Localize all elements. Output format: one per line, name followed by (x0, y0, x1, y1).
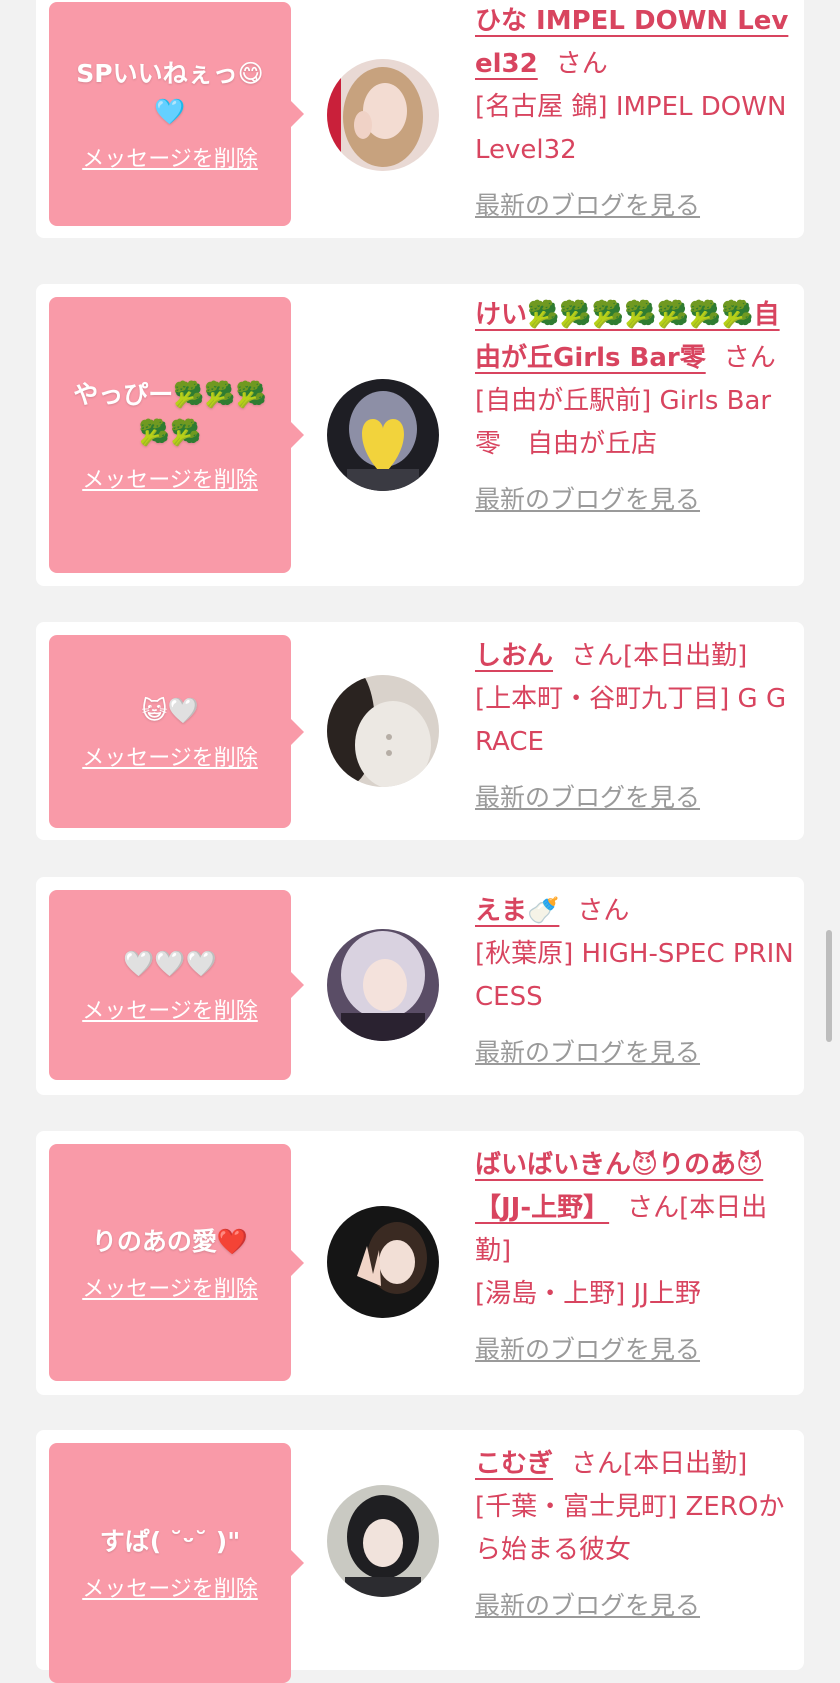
cast-name-link[interactable]: しおん (475, 641, 553, 671)
message-text: 🤍🤍🤍 (123, 949, 217, 978)
delete-message-link[interactable]: メッセージを削除 (82, 462, 258, 494)
delete-message-link[interactable]: メッセージを削除 (82, 141, 258, 173)
message-text: りのあの愛❤️ (91, 1226, 249, 1256)
cast-name-link[interactable]: こむぎ (475, 1449, 553, 1479)
shop-label: [自由が丘駅前] Girls Bar零 自由が丘店 (475, 386, 772, 459)
status-label: [本日出勤] (623, 641, 748, 671)
message-bubble: やっぴー🥦🥦🥦🥦🥦 メッセージを削除 (49, 297, 304, 573)
avatar-photo (327, 1485, 439, 1597)
message-bubble: 🤍🤍🤍 メッセージを削除 (49, 890, 304, 1080)
avatar-photo (327, 929, 439, 1041)
avatar-photo (327, 59, 439, 171)
message-text: SPいいねぇっ😋🩵 (76, 59, 264, 126)
delete-message-link[interactable]: メッセージを削除 (82, 1271, 258, 1303)
honorific: さん (571, 1449, 624, 1479)
cast-info: ばいばいきん😈りのあ😈【JJ-上野】 さん[本日出勤] [湯島・上野] JJ上野 … (475, 1144, 794, 1371)
avatar[interactable] (327, 59, 439, 171)
latest-blog-link[interactable]: 最新のブログを見る (475, 1328, 794, 1371)
honorific: さん (577, 896, 630, 926)
latest-blog-link[interactable]: 最新のブログを見る (475, 1584, 794, 1627)
honorific: さん (723, 343, 776, 373)
latest-blog-link[interactable]: 最新のブログを見る (475, 184, 794, 227)
cast-name-link[interactable]: えま🍼 (475, 896, 559, 926)
message-card: すぱ( ˘ᵕ˘ )" メッセージを削除 こむぎ さん[本日出勤] [千葉・富士見町… (36, 1430, 804, 1683)
avatar[interactable] (327, 1206, 439, 1318)
shop-label: [千葉・富士見町] ZEROから始まる彼女 (475, 1492, 785, 1565)
cast-info: しおん さん[本日出勤] [上本町・谷町九丁目] G GRACE 最新のブログを見… (475, 635, 794, 819)
cast-info: けい🥦🥦🥦🥦🥦🥦🥦自由が丘Girls Bar零 さん [自由が丘駅前] Girls… (475, 294, 794, 521)
shop-label: [湯島・上野] JJ上野 (475, 1279, 701, 1309)
cast-info: こむぎ さん[本日出勤] [千葉・富士見町] ZEROから始まる彼女 最新のブログ… (475, 1443, 794, 1627)
message-bubble: SPいいねぇっ😋🩵 メッセージを削除 (49, 2, 304, 226)
honorific: さん (627, 1193, 680, 1223)
latest-blog-link[interactable]: 最新のブログを見る (475, 1031, 794, 1074)
delete-message-link[interactable]: メッセージを削除 (82, 740, 258, 772)
shop-label: [上本町・谷町九丁目] G GRACE (475, 684, 787, 757)
avatar[interactable] (327, 379, 439, 491)
delete-message-link[interactable]: メッセージを削除 (82, 1571, 258, 1603)
message-text: 😺🤍 (141, 695, 199, 725)
cast-info: えま🍼 さん [秋葉原] HIGH-SPEC PRINCESS 最新のブログを見る (475, 890, 794, 1074)
message-card: SPいいねぇっ😋🩵 メッセージを削除 ひな IMPEL DOWN Level32… (36, 0, 804, 238)
honorific: さん (571, 641, 624, 671)
message-bubble: 😺🤍 メッセージを削除 (49, 635, 304, 828)
cast-info: ひな IMPEL DOWN Level32 さん [名古屋 錦] IMPEL DO… (475, 0, 794, 227)
message-card: やっぴー🥦🥦🥦🥦🥦 メッセージを削除 けい🥦🥦🥦🥦🥦🥦🥦自由が丘Girls Ba… (36, 284, 804, 586)
honorific: さん (555, 49, 608, 79)
latest-blog-link[interactable]: 最新のブログを見る (475, 776, 794, 819)
avatar-photo (327, 1206, 439, 1318)
shop-label: [秋葉原] HIGH-SPEC PRINCESS (475, 939, 794, 1012)
shop-label: [名古屋 錦] IMPEL DOWN Level32 (475, 92, 787, 165)
avatar[interactable] (327, 929, 439, 1041)
message-text: すぱ( ˘ᵕ˘ )" (99, 1527, 241, 1556)
message-card: 🤍🤍🤍 メッセージを削除 えま🍼 さん [秋葉原] HIGH-SPEC PRINC… (36, 877, 804, 1095)
cast-name-link[interactable]: ひな IMPEL DOWN Level32 (475, 6, 788, 79)
message-card: りのあの愛❤️ メッセージを削除 ばいばいきん😈りのあ😈【JJ-上野】 さん[本日… (36, 1131, 804, 1395)
message-bubble: りのあの愛❤️ メッセージを削除 (49, 1144, 304, 1381)
latest-blog-link[interactable]: 最新のブログを見る (475, 478, 794, 521)
avatar[interactable] (327, 675, 439, 787)
message-bubble: すぱ( ˘ᵕ˘ )" メッセージを削除 (49, 1443, 304, 1683)
message-text: やっぴー🥦🥦🥦🥦🥦 (73, 380, 267, 447)
status-label: [本日出勤] (623, 1449, 748, 1479)
message-card: 😺🤍 メッセージを削除 しおん さん[本日出勤] [上本町・谷町九丁目] G GR… (36, 622, 804, 840)
vertical-scrollbar[interactable] (826, 930, 832, 1042)
avatar[interactable] (327, 1485, 439, 1597)
avatar-photo (327, 379, 439, 491)
avatar-photo (327, 675, 439, 787)
delete-message-link[interactable]: メッセージを削除 (82, 993, 258, 1025)
